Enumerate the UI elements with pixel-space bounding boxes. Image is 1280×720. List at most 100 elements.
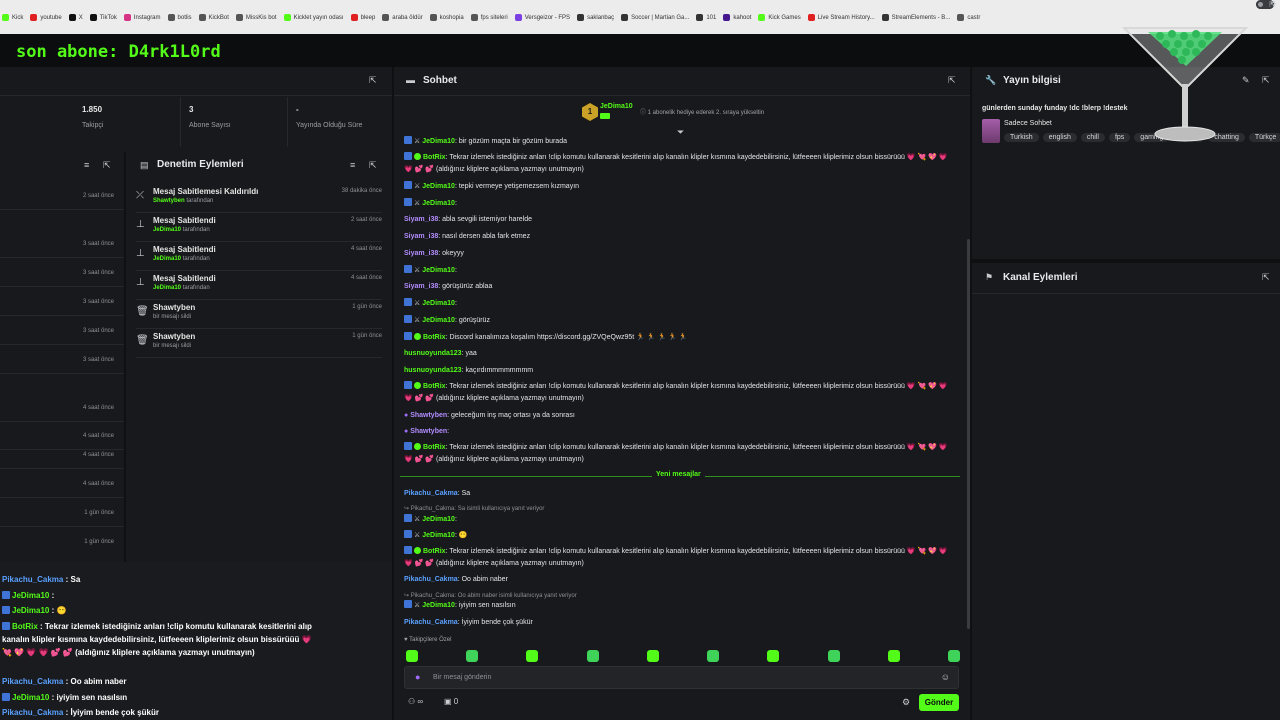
emote-icon[interactable]	[707, 650, 720, 662]
chat-username[interactable]: JeDima10	[422, 602, 455, 609]
bookmark-item[interactable]: Instagram	[123, 14, 161, 21]
chat-username[interactable]: BotRix	[423, 334, 446, 341]
emote-icon[interactable]	[646, 650, 659, 662]
bookmark-favicon-icon	[167, 14, 175, 21]
chat-username[interactable]: Pikachu_Cakma	[404, 619, 458, 626]
chat-username[interactable]: JeDima10	[422, 267, 455, 274]
bookmark-favicon-icon	[283, 14, 291, 21]
emote-icon[interactable]	[767, 650, 780, 662]
emote-icon[interactable]	[466, 650, 479, 662]
bookmark-item[interactable]: TikTok	[89, 14, 117, 21]
bookmark-item[interactable]: Kick Games	[758, 14, 801, 21]
sword-icon: ⚔	[414, 532, 423, 539]
moderation-time: 38 dakika önce	[341, 188, 382, 194]
bookmark-item[interactable]: saklanbaç	[577, 14, 614, 21]
popout-icon[interactable]: ⇱	[1262, 75, 1270, 86]
chat-username[interactable]: BotRix	[423, 383, 446, 390]
bookmark-item[interactable]: Kick	[2, 14, 23, 21]
stream-tag[interactable]: english	[1042, 133, 1077, 142]
chat-username[interactable]: JeDima10	[422, 317, 455, 324]
chat-username[interactable]: BotRix	[423, 548, 446, 555]
bookmark-item[interactable]: X	[68, 14, 83, 21]
chat-message-text: : iyiyim sen nasılsın	[454, 602, 516, 609]
category-name[interactable]: Sadece Sohbet	[1004, 120, 1052, 127]
emote-icon[interactable]	[526, 650, 539, 662]
overlay-chat-message: BotRix : Tekrar izlemek istediğiniz anla…	[2, 620, 312, 659]
overlay-chat-message: Pikachu_Cakma : Oo abim naber	[2, 675, 312, 688]
stream-tag[interactable]: Türkçe	[1248, 133, 1280, 142]
stream-tag[interactable]: chill	[1080, 133, 1105, 142]
chat-username[interactable]: Siyam_i38	[404, 250, 438, 257]
chat-username[interactable]: BotRix	[423, 154, 446, 161]
chat-username[interactable]: Pikachu_Cakma	[404, 490, 458, 497]
emote-icon[interactable]	[406, 650, 418, 662]
moderation-action: Mesaj Sabitlendi	[153, 245, 216, 254]
chat-message: BotRix: Tekrar izlemek istediğiniz anlar…	[404, 546, 956, 570]
chat-username[interactable]: Siyam_i38	[404, 283, 438, 290]
verified-badge-icon	[414, 333, 421, 340]
bookmark-item[interactable]: castr	[957, 14, 980, 21]
bookmark-favicon-icon	[68, 14, 76, 21]
bookmark-label: Soccer | Martian Ga...	[631, 14, 690, 21]
reply-icon: ↪	[404, 593, 411, 599]
chat-username[interactable]: Siyam_i38	[404, 233, 438, 240]
filter-icon[interactable]: ≡	[350, 160, 355, 170]
settings-icon[interactable]: ⚙	[902, 697, 910, 708]
chat-username[interactable]: JeDima10	[422, 516, 455, 523]
chat-username[interactable]: Shawtyben	[410, 412, 447, 419]
popout-icon[interactable]: ⇱	[103, 160, 111, 171]
chat-username[interactable]: Pikachu_Cakma	[404, 576, 458, 583]
bookmark-item[interactable]: KickBot	[198, 14, 229, 21]
chat-username[interactable]: JeDima10	[422, 138, 455, 145]
chat-username[interactable]: Siyam_i38	[404, 216, 438, 223]
chat-message-text: : Oo abim naber	[457, 576, 508, 583]
chat-username[interactable]: JeDima10	[422, 300, 455, 307]
popout-icon[interactable]: ⇱	[369, 75, 377, 86]
chat-username[interactable]: JeDima10	[422, 532, 455, 539]
popout-icon[interactable]: ⇱	[369, 160, 377, 171]
bookmark-item[interactable]: araba öldür	[382, 14, 423, 21]
popout-icon[interactable]: ⇱	[1262, 272, 1270, 283]
chat-username[interactable]: JeDima10	[422, 183, 455, 190]
chat-username[interactable]: JeDima10	[422, 200, 455, 207]
emote-icon[interactable]	[887, 650, 900, 662]
top-gifter-name[interactable]: JeDima10	[600, 103, 633, 110]
chat-username[interactable]: BotRix	[423, 444, 446, 451]
chat-message-text: : 😶	[454, 532, 468, 539]
mod-badge-icon	[2, 693, 10, 701]
overlay-message-text: :	[49, 591, 55, 600]
verified-badge-icon	[414, 443, 421, 450]
stream-tag[interactable]: Turkish	[1004, 133, 1039, 142]
chat-message: Siyam_i38: okeyyy	[404, 248, 956, 260]
bookmark-item[interactable]: Kicklet yayın odası	[283, 14, 344, 21]
bookmark-item[interactable]: Live Stream History...	[807, 14, 875, 21]
bookmark-item[interactable]: botlis	[167, 14, 192, 21]
bookmark-item[interactable]: StreamElements - B...	[881, 14, 950, 21]
emote-icon[interactable]	[947, 650, 960, 662]
bookmark-item[interactable]: Versgeizor - FPS	[514, 14, 570, 21]
bookmark-item[interactable]: koshopia	[429, 14, 464, 21]
bookmark-item[interactable]: fps siteleri	[470, 14, 508, 21]
bookmark-item[interactable]: kahoot	[723, 14, 751, 21]
chat-username[interactable]: husnuoyunda123	[404, 367, 462, 374]
popout-icon[interactable]: ⇱	[948, 75, 956, 86]
filter-icon[interactable]: ≡	[84, 160, 89, 170]
chat-scrollbar[interactable]	[967, 239, 970, 629]
overlay-message-text: : 😶	[49, 606, 67, 615]
bookmark-item[interactable]: youtube	[30, 14, 62, 21]
bookmark-label: X	[78, 14, 83, 21]
emote-icon[interactable]	[827, 650, 840, 662]
verified-badge-icon	[414, 547, 421, 554]
chat-username[interactable]: Shawtyben	[410, 428, 447, 435]
send-button[interactable]: Gönder	[919, 694, 959, 711]
bookmark-item[interactable]: MissKis bot	[235, 14, 277, 21]
emote-icon[interactable]	[586, 650, 599, 662]
message-input[interactable]: ● Bir mesaj gönderin ☺	[404, 666, 959, 689]
bookmark-item[interactable]: bleep	[350, 14, 375, 21]
mic-icon[interactable]: ●	[415, 672, 420, 682]
chat-username[interactable]: husnuoyunda123	[404, 350, 462, 357]
bookmark-item[interactable]: Soccer | Martian Ga...	[621, 14, 689, 21]
emoji-icon[interactable]: ☺	[941, 672, 950, 682]
bookmark-item[interactable]: 101	[696, 14, 716, 21]
points-count: ▣ 0	[444, 697, 459, 706]
